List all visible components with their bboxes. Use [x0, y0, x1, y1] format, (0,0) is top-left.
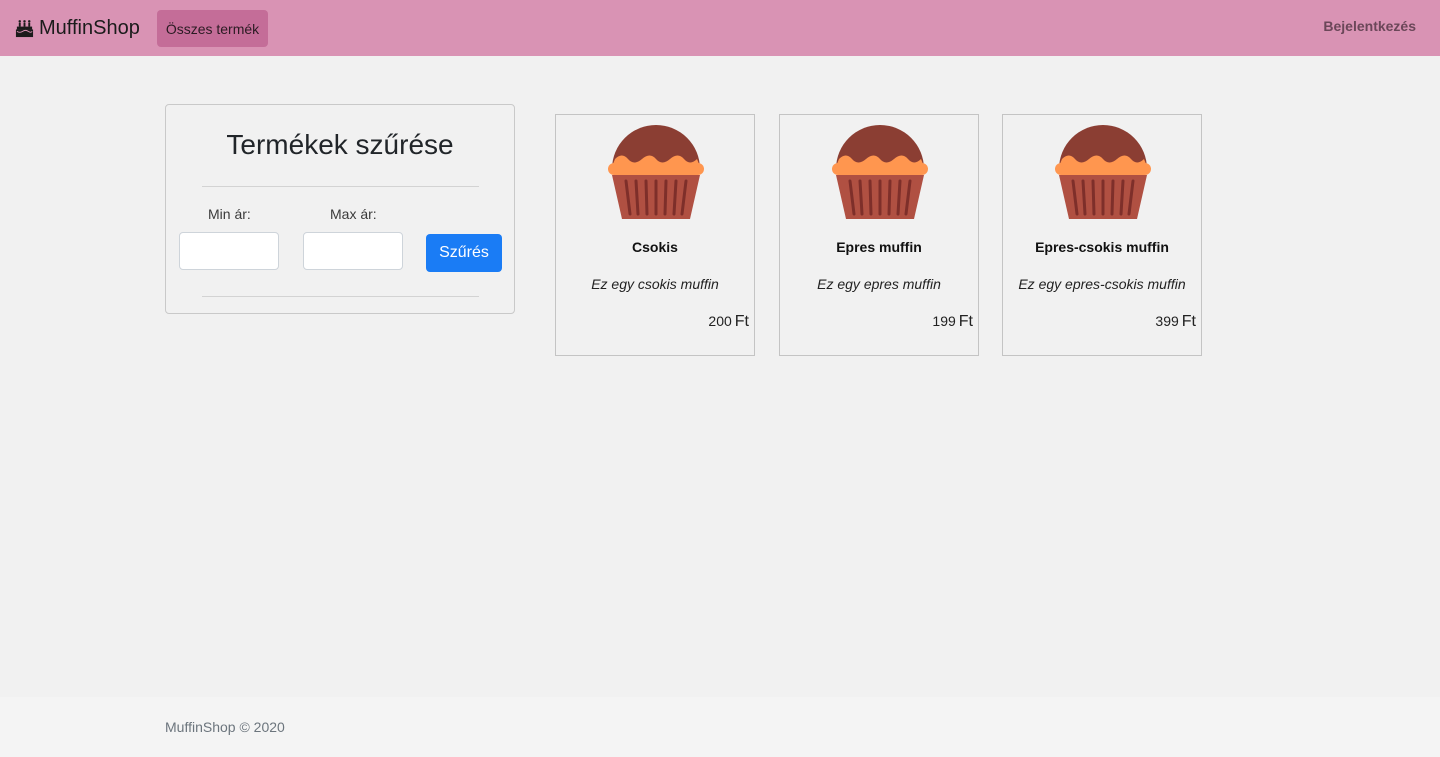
- product-price: 399 Ft: [1155, 313, 1196, 331]
- filter-button[interactable]: Szűrés: [426, 234, 502, 272]
- product-description: Ez egy csokis muffin: [591, 276, 719, 292]
- divider: [202, 296, 479, 297]
- muffin-icon: [832, 125, 928, 219]
- product-card[interactable]: Csokis Ez egy csokis muffin 200 Ft: [555, 114, 755, 356]
- min-price-input[interactable]: [179, 232, 279, 270]
- price-value: 199: [932, 313, 956, 329]
- footer-copyright: MuffinShop © 2020: [165, 719, 285, 735]
- nav-all-products[interactable]: Összes termék: [157, 10, 268, 47]
- brand-link[interactable]: MuffinShop: [15, 14, 140, 42]
- product-description: Ez egy epres-csokis muffin: [1018, 276, 1186, 292]
- muffin-icon: [1055, 125, 1151, 219]
- price-value: 200: [708, 313, 732, 329]
- min-price-label: Min ár:: [208, 206, 251, 222]
- product-description: Ez egy epres muffin: [817, 276, 941, 292]
- price-currency: Ft: [958, 313, 973, 330]
- price-currency: Ft: [1181, 313, 1196, 330]
- price-value: 399: [1155, 313, 1179, 329]
- product-price: 199 Ft: [932, 313, 973, 331]
- navbar: MuffinShop Összes termék Bejelentkezés: [0, 0, 1440, 56]
- max-price-input[interactable]: [303, 232, 403, 270]
- muffin-icon: [608, 125, 704, 219]
- filter-card: Termékek szűrése Min ár: Max ár: Szűrés: [165, 104, 515, 314]
- brand-name: MuffinShop: [39, 16, 140, 39]
- max-price-label: Max ár:: [330, 206, 377, 222]
- product-price: 200 Ft: [708, 313, 749, 331]
- divider: [202, 186, 479, 187]
- price-currency: Ft: [734, 313, 749, 330]
- footer: MuffinShop © 2020: [0, 697, 1440, 757]
- product-name: Epres muffin: [836, 239, 922, 255]
- product-card[interactable]: Epres muffin Ez egy epres muffin 199 Ft: [779, 114, 979, 356]
- product-name: Epres-csokis muffin: [1035, 239, 1169, 255]
- nav-login-link[interactable]: Bejelentkezés: [1323, 18, 1416, 34]
- filter-title: Termékek szűrése: [226, 129, 454, 160]
- product-card[interactable]: Epres-csokis muffin Ez egy epres-csokis …: [1002, 114, 1202, 356]
- birthday-cake-icon: [15, 19, 34, 37]
- product-name: Csokis: [632, 239, 678, 255]
